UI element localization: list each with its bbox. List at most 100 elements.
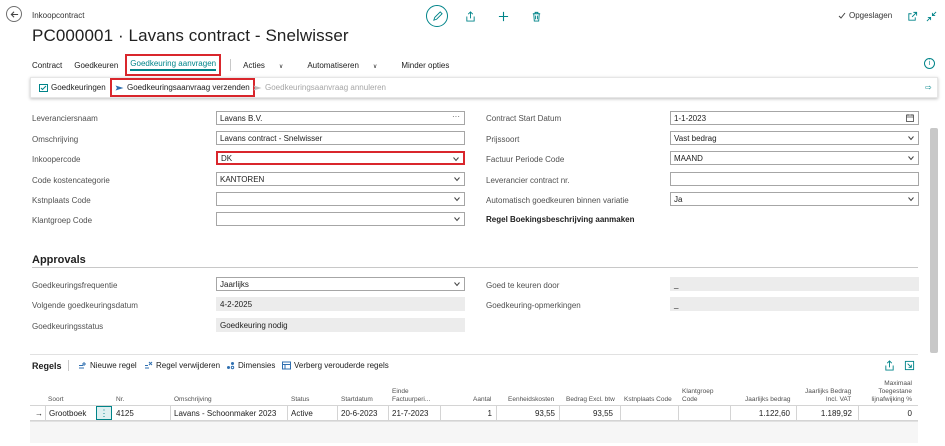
new-button[interactable] [494,7,512,25]
goed-te-keuren-door-value: _ [674,280,679,289]
dimensions-button[interactable]: Dimensies [226,361,275,370]
menu-automatiseren-label: Automatiseren [307,60,359,70]
col-aantal[interactable]: Aantal [473,396,491,403]
cell-divider [496,405,497,421]
ellipsis-icon[interactable]: ··· [452,112,460,121]
new-line-button[interactable]: Nieuwe regel [78,361,137,370]
col-eenheidskosten[interactable]: Eenheidskosten [508,396,554,403]
cell-nr[interactable]: 4125 [116,409,134,418]
cancel-approval-label: Goedkeuringsaanvraag annuleren [265,83,386,92]
cell-jaarlijks-bedrag[interactable]: 1.122,60 [734,409,790,418]
expand-lines-button[interactable] [902,358,916,372]
klantgroep-code-field[interactable] [216,212,465,226]
tab-contract[interactable]: Contract [32,61,62,70]
open-new-window-button[interactable] [903,7,921,25]
col-jaarlijks-incl-line2: Incl. VAT [825,396,852,403]
cell-startdatum[interactable]: 20-6-2023 [341,409,377,418]
pin-icon[interactable]: ⇨ [925,83,932,92]
inkopercode-field[interactable]: DK [216,151,465,165]
cell-max-afwijking[interactable]: 0 [862,409,912,418]
calendar-icon[interactable] [906,114,914,122]
goedkeuringsstatus-value: Goedkeuring nodig [220,321,288,330]
col-jaarlijks-incl[interactable]: Jaarlijks Bedrag Incl. VAT [805,388,851,403]
col-status[interactable]: Status [291,396,309,403]
col-startdatum[interactable]: Startdatum [341,396,373,403]
new-line-icon [79,362,86,369]
row-indicator-arrow-icon: → [35,409,43,418]
label-kstnplaats-code: Kstnplaats Code [32,196,91,205]
label-leveranciersnaam: Leveranciersnaam [32,114,98,123]
col-einde[interactable]: Einde Factuurperi... [392,388,430,403]
leverancier-contract-nr-field[interactable] [670,172,919,186]
cancel-approval-button[interactable]: Goedkeuringsaanvraag annuleren [253,83,386,92]
col-omschrijving[interactable]: Omschrijving [174,396,212,403]
factuur-periode-code-field[interactable]: MAAND [670,151,919,165]
save-status: Opgeslagen [838,11,892,20]
share-button[interactable] [461,7,479,25]
send-approval-button[interactable]: Goedkeuringsaanvraag verzenden [110,78,255,97]
menu-automatiseren[interactable]: Automatiseren ∨ [307,61,389,70]
label-volgende-goedkeuringsdatum: Volgende goedkeuringsdatum [32,301,138,310]
divider [68,360,69,371]
back-button[interactable] [6,6,22,22]
leveranciersnaam-field[interactable]: Lavans B.V. ··· [216,111,465,125]
info-icon[interactable]: i [924,58,935,69]
omschrijving-field[interactable]: Lavans contract - Snelwisser [216,131,465,145]
delete-line-button[interactable]: Regel verwijderen [144,361,220,370]
cell-omschrijving[interactable]: Lavans - Schoonmaker 2023 [174,409,276,418]
menu-acties[interactable]: Acties ∨ [243,61,295,70]
tab-goedkeuren[interactable]: Goedkeuren [74,61,118,70]
section-divider [32,267,918,268]
col-kstnplaats[interactable]: Kstnplaats Code [624,396,672,403]
cell-soort[interactable]: Grootboek [49,409,86,418]
tab-goedkeuring-aanvragen[interactable]: Goedkeuring aanvragen [125,54,222,76]
hide-old-lines-label: Verberg verouderde regels [294,361,389,370]
cell-status[interactable]: Active [291,409,313,418]
col-nr[interactable]: Nr. [116,396,124,403]
scrollbar[interactable] [930,128,938,353]
chevron-down-icon [453,157,459,162]
contract-start-datum-value: 1-1-2023 [674,114,707,123]
label-regel-boekingsbeschrijving[interactable]: Regel Boekingsbeschrijving aanmaken [486,215,635,224]
cell-jaarlijks-incl[interactable]: 1.189,92 [800,409,852,418]
hide-old-lines-button[interactable]: Verberg verouderde regels [282,361,389,370]
automatisch-goedkeuren-field[interactable]: Ja [670,192,919,206]
col-klantgroep[interactable]: Klantgroep Code [682,388,713,403]
prijssoort-field[interactable]: Vast bedrag [670,131,919,145]
cell-bedrag[interactable]: 93,55 [563,409,613,418]
delete-line-icon [145,361,153,369]
kstnplaats-code-field[interactable] [216,192,465,206]
row-menu-button[interactable]: ⋮ [96,406,112,420]
cell-divider [559,405,560,421]
collapse-button[interactable] [922,7,940,25]
share-icon [465,10,475,22]
goedkeuring-opmerkingen-value: _ [674,300,679,309]
chevron-down-icon [908,136,914,141]
goedkeuringen-button[interactable]: Goedkeuringen [39,83,106,92]
goedkeuringsfrequentie-field[interactable]: Jaarlijks [216,277,465,291]
chevron-down-icon [908,197,914,202]
col-soort[interactable]: Soort [48,396,64,403]
col-jaarlijks-bedrag[interactable]: Jaarlijks bedrag [745,396,791,403]
label-goedkeuring-opmerkingen: Goedkeuring-opmerkingen [486,301,581,310]
share-lines-button[interactable] [882,358,896,372]
contract-start-datum-field[interactable]: 1-1-2023 [670,111,919,125]
breadcrumb: Inkoopcontract [32,11,85,20]
code-kostencategorie-field[interactable]: KANTOREN [216,172,465,186]
delete-button[interactable] [527,7,545,25]
cell-divider [620,405,621,421]
cell-divider [730,405,731,421]
label-code-kostencategorie: Code kostencategorie [32,176,110,185]
edit-button[interactable] [426,5,448,27]
cell-aantal[interactable]: 1 [444,409,492,418]
col-max-afwijking[interactable]: Maximaal Toegestane lijnafwijking % [866,380,912,403]
lines-title[interactable]: Regels [32,361,62,371]
label-omschrijving: Omschrijving [32,135,79,144]
col-bedrag[interactable]: Bedrag Excl. btw [566,396,615,403]
chevron-down-icon [454,177,460,182]
cell-einde[interactable]: 21-7-2023 [392,409,428,418]
minder-opties-button[interactable]: Minder opties [401,61,449,70]
section-title-approvals[interactable]: Approvals [32,254,86,266]
label-klantgroep-code: Klantgroep Code [32,216,93,225]
cell-eenheidskosten[interactable]: 93,55 [500,409,555,418]
